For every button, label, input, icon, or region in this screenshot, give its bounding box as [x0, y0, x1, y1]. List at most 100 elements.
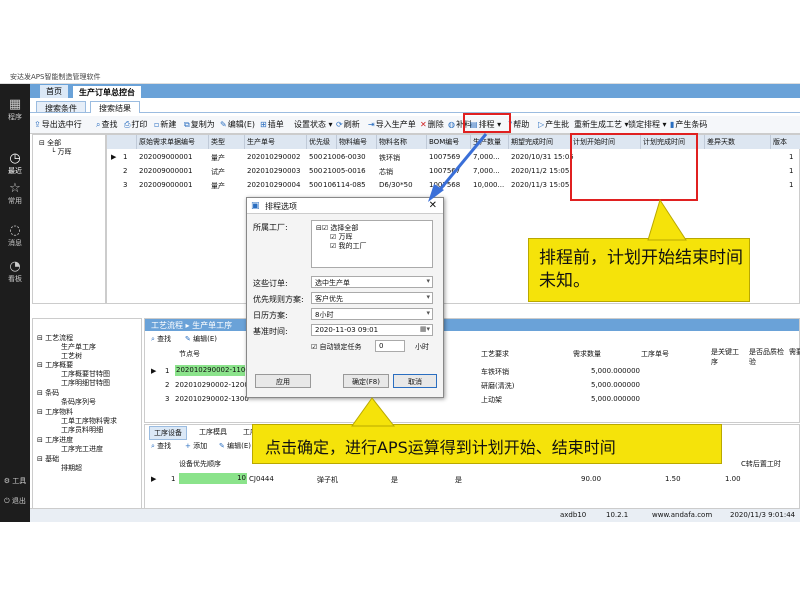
tree-child[interactable]: └ 万晖	[51, 147, 71, 157]
generate-batch-button[interactable]: ▷产生批	[538, 119, 569, 130]
refresh-button[interactable]: ⟳刷新	[336, 119, 360, 130]
cell-material-name: D6/30*50	[379, 181, 413, 189]
cancel-button[interactable]: 取消	[393, 374, 437, 388]
sidebar-item-programs[interactable]: ▦ 程序	[0, 98, 30, 122]
top-tab-bar: 首页 生产订单总控台	[30, 84, 800, 98]
tab-process-mold[interactable]: 工序模具	[195, 426, 231, 438]
cell-flag-b: 是	[455, 476, 462, 484]
edit-icon: ✎	[220, 120, 227, 129]
row-number: 2	[123, 167, 128, 175]
cell-order-no: 202010290003	[247, 167, 301, 175]
tab-order-console[interactable]: 生产订单总控台	[72, 85, 142, 98]
new-button[interactable]: ▫新建	[154, 119, 176, 130]
sidebar-item-messages[interactable]: ◌ 消息	[0, 224, 30, 248]
factory-mine[interactable]: ☑ 我的工厂	[330, 241, 367, 251]
col-process-req[interactable]: 工艺要求	[481, 349, 509, 359]
col-type[interactable]: 类型	[209, 135, 245, 149]
col-due-time[interactable]: 期望完成时间	[509, 135, 571, 149]
apply-button[interactable]: 应用	[255, 374, 311, 388]
sidebar-item-dashboard[interactable]: ◔ 看板	[0, 260, 30, 284]
base-time-input[interactable]: 2020-11-03 09:01 ▦▾	[311, 324, 433, 336]
cell-version: 1	[789, 167, 794, 175]
lock-schedule-button[interactable]: 锁定排程 ▾	[628, 119, 667, 130]
col-priority[interactable]: 优先级	[307, 135, 337, 149]
cell-node-no: 202010290002-1100	[175, 365, 250, 376]
tree-item-detail-gantt[interactable]: 工序明细甘特图	[61, 378, 110, 388]
tree-item-completion-progress[interactable]: 工序完工进度	[61, 444, 103, 454]
set-status-button[interactable]: 设置状态 ▾	[294, 119, 333, 130]
apps-icon: ▦	[8, 97, 22, 112]
equip-find-button[interactable]: ⌕ 查找	[151, 441, 171, 451]
play-icon: ▷	[538, 120, 545, 129]
sidebar-item-favorites[interactable]: ☆ 常用	[0, 182, 30, 206]
chevron-down-icon: ▾	[426, 277, 430, 285]
process-tree: ⊟ 工艺流程 生产单工序 工艺树 ⊟ 工序概要 工序概要甘特图 工序明细甘特图 …	[32, 318, 142, 510]
star-icon: ☆	[9, 181, 21, 196]
col-demand-qty[interactable]: 需求数量	[573, 349, 601, 359]
equip-edit-button[interactable]: ✎ 编辑(E)	[219, 441, 251, 451]
export-icon: ⇪	[34, 120, 41, 129]
base-time-label: 基准时间:	[253, 327, 288, 336]
recent-icon: ◷	[9, 151, 21, 166]
tree-item-barcode-serial[interactable]: 条码序列号	[61, 397, 96, 407]
import-order-button[interactable]: ⇥导入生产单	[368, 119, 416, 130]
col-key-process[interactable]: 是关键工序	[711, 347, 745, 367]
cell-equipment-name: 弹子机	[317, 476, 338, 484]
sidebar-item-exit[interactable]: ⏻ 退出	[0, 496, 30, 506]
tree-item-basics[interactable]: ⊟ 基础	[37, 454, 59, 464]
calendar-select[interactable]: 8小时 ▾	[311, 308, 433, 320]
sidebar-item-recent[interactable]: ◷ 最近	[0, 152, 30, 176]
auto-lock-hours-input[interactable]: 0	[375, 340, 405, 352]
row-number: 1	[165, 367, 170, 375]
col-material-no[interactable]: 物料编号	[337, 135, 377, 149]
calendar-icon[interactable]: ▦▾	[420, 325, 430, 333]
cell-version: 1	[789, 181, 794, 189]
tab-search-results[interactable]: 搜索结果	[90, 101, 140, 113]
dialog-app-icon: ▣	[251, 201, 260, 211]
grid-header-corner	[107, 135, 137, 149]
insert-order-button[interactable]: ⊞插单	[260, 119, 284, 130]
priority-select[interactable]: 客户优先 ▾	[311, 292, 433, 304]
col-node-no[interactable]: 节点号	[179, 349, 200, 359]
tree-item-schedule-limit[interactable]: 排期超	[61, 463, 82, 473]
process-find-button[interactable]: ⌕ 查找	[151, 334, 171, 344]
col-need[interactable]: 需要	[789, 347, 800, 357]
tree-item-material-detail[interactable]: 工序员料明细	[61, 425, 103, 435]
row-number: 3	[165, 395, 170, 403]
col-order-no[interactable]: 生产单号	[245, 135, 307, 149]
search-icon: ⌕	[151, 442, 155, 450]
copy-as-button[interactable]: ⧉复制为	[184, 119, 215, 130]
annotation-arrow	[428, 133, 488, 202]
find-button[interactable]: ⌕查找	[96, 119, 117, 130]
generate-barcode-button[interactable]: ▮产生条码	[670, 119, 707, 130]
tab-search-conditions[interactable]: 搜索条件	[36, 101, 86, 113]
cell-equipment-order: 10	[179, 473, 247, 484]
process-edit-button[interactable]: ✎ 编辑(E)	[185, 334, 217, 344]
col-equipment-order[interactable]: 设备优先顺序	[179, 459, 221, 469]
regenerate-process-button[interactable]: 重新生成工艺 ▾	[574, 119, 629, 130]
hours-unit: 小时	[415, 343, 429, 351]
print-button[interactable]: ⎙打印	[124, 119, 147, 130]
edit-button[interactable]: ✎编辑(E)	[220, 119, 255, 130]
tab-home[interactable]: 首页	[40, 85, 68, 98]
cell-demand-qty: 5,000.000000	[591, 367, 640, 375]
col-quality-check[interactable]: 是否品质检验	[749, 347, 787, 367]
help-button[interactable]: ?帮助	[508, 119, 529, 130]
col-diff-days[interactable]: 差异天数	[705, 135, 771, 149]
col-process-no[interactable]: 工序单号	[641, 349, 669, 359]
cell-due-time: 2020/11/3 15:05	[511, 181, 570, 189]
col-source-no[interactable]: 原始需求单据编号	[137, 135, 209, 149]
col-version[interactable]: 版本	[771, 135, 800, 149]
plan-time-highlight-box	[570, 133, 698, 201]
cell-flag-a: 是	[391, 476, 398, 484]
refresh-icon: ⟳	[336, 120, 343, 129]
equip-add-button[interactable]: + 添加	[185, 441, 207, 451]
sidebar-item-tools[interactable]: ⚙ 工具	[0, 476, 30, 486]
export-selected-button[interactable]: ⇪导出选中行	[34, 119, 82, 130]
orders-select[interactable]: 选中生产单 ▾	[311, 276, 433, 288]
tab-process-equipment[interactable]: 工序设备	[149, 426, 187, 440]
col-post-work-time[interactable]: C转后置工时	[741, 459, 781, 469]
auto-lock-checkbox[interactable]: ☑ 自动锁定任务	[311, 342, 362, 352]
ok-button[interactable]: 确定(F8)	[343, 374, 389, 388]
tree-item-barcode[interactable]: ⊟ 条码	[37, 388, 59, 398]
